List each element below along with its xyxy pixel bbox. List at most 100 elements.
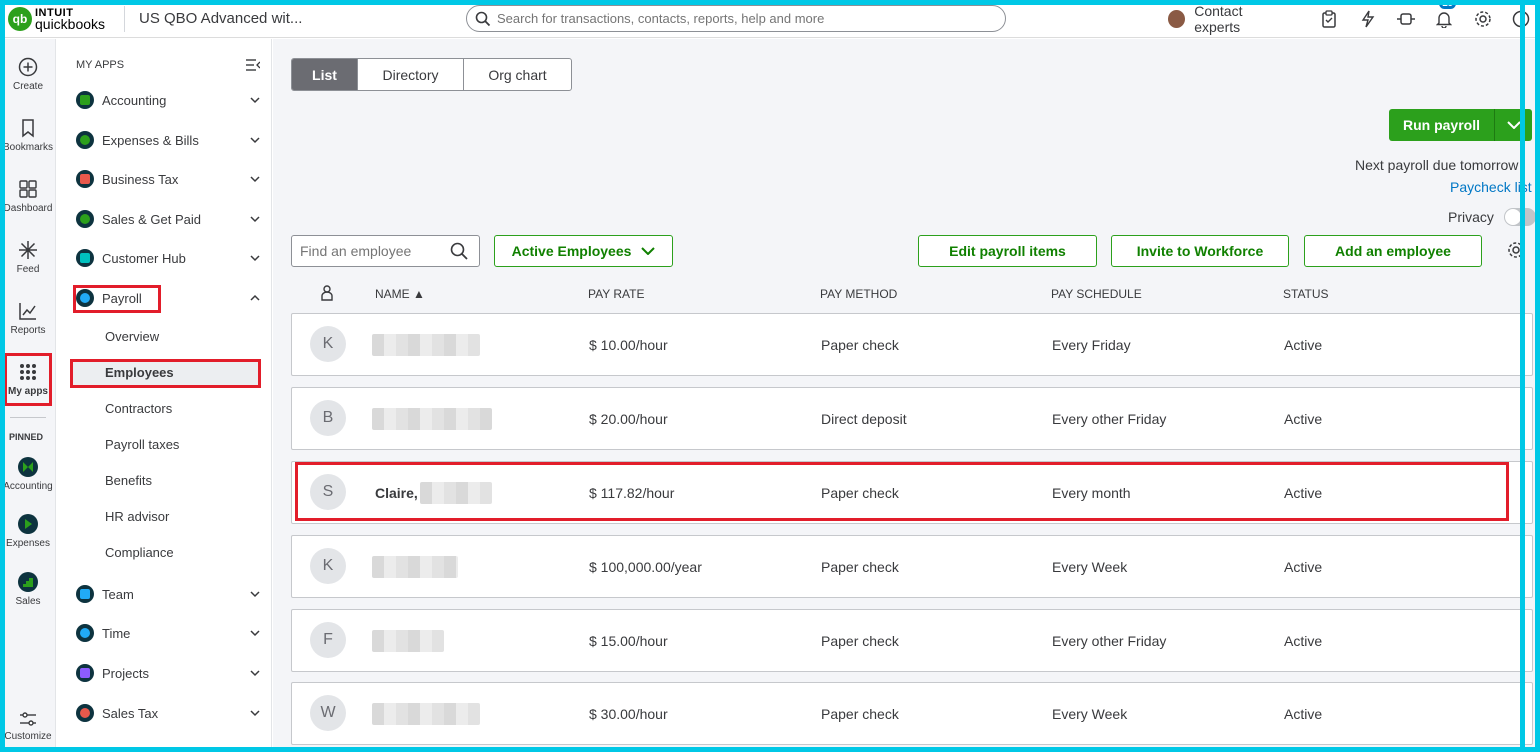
app-nav-accounting[interactable]: Accounting xyxy=(76,88,260,112)
employee-row[interactable]: W $ 30.00/hour Paper check Every Week Active xyxy=(291,682,1533,745)
app-nav-expenses-bills[interactable]: Expenses & Bills xyxy=(76,128,260,152)
pinned-sales[interactable]: Sales xyxy=(0,572,56,607)
sliders-icon xyxy=(20,712,36,726)
chevron-down-icon[interactable] xyxy=(250,589,260,599)
contact-experts-link[interactable]: Contact experts xyxy=(1194,3,1288,35)
payroll-sub-benefits[interactable]: Benefits xyxy=(105,473,152,488)
rail-item-reports[interactable]: Reports xyxy=(0,301,56,336)
rail-label: Customize xyxy=(4,731,52,742)
chevron-up-icon[interactable] xyxy=(250,293,260,303)
rail-item-dashboard[interactable]: Dashboard xyxy=(0,179,56,214)
redacted-name xyxy=(372,408,492,430)
app-nav-business-tax[interactable]: Business Tax xyxy=(76,167,260,191)
edit-payroll-items-button[interactable]: Edit payroll items xyxy=(918,235,1097,267)
payroll-sub-contractors[interactable]: Contractors xyxy=(105,401,172,416)
chevron-down-icon[interactable] xyxy=(250,668,260,678)
add-employee-button[interactable]: Add an employee xyxy=(1304,235,1482,267)
chevron-down-icon[interactable] xyxy=(250,708,260,718)
column-pay-rate[interactable]: PAY RATE xyxy=(588,287,644,301)
employee-avatar: K xyxy=(310,548,346,584)
rail-item-bookmarks[interactable]: Bookmarks xyxy=(0,118,56,153)
payroll-sub-payroll-taxes[interactable]: Payroll taxes xyxy=(105,437,179,452)
search-input[interactable] xyxy=(497,11,997,26)
lightning-icon[interactable] xyxy=(1348,10,1386,28)
view-tabs: List Directory Org chart xyxy=(291,58,572,91)
chevron-down-icon[interactable] xyxy=(250,95,260,105)
pinned-heading: PINNED xyxy=(9,432,44,442)
employee-row[interactable]: S Claire, $ 117.82/hour Paper check Every mo… xyxy=(291,461,1533,524)
rail-label: Dashboard xyxy=(3,203,53,214)
app-nav-team[interactable]: Team xyxy=(76,582,260,606)
search-icon xyxy=(475,11,491,26)
employee-row[interactable]: B $ 20.00/hour Direct deposit Every other F… xyxy=(291,387,1533,450)
notifications-bell-icon[interactable]: 19 xyxy=(1425,0,1463,28)
tab-directory[interactable]: Directory xyxy=(358,59,464,90)
tab-org-chart[interactable]: Org chart xyxy=(464,59,571,90)
notification-badge: 19 xyxy=(1439,0,1457,9)
employee-avatar: S xyxy=(310,474,346,510)
tab-list[interactable]: List xyxy=(292,59,358,90)
expenses-bills-app-icon xyxy=(76,131,94,149)
find-employee-input[interactable] xyxy=(300,243,450,259)
chevron-down-icon[interactable] xyxy=(250,174,260,184)
divider xyxy=(124,5,125,32)
company-name[interactable]: US QBO Advanced wit... xyxy=(139,10,465,27)
pinned-expenses[interactable]: Expenses xyxy=(0,514,56,549)
top-bar: qb INTUIT quickbooks US QBO Advanced wit… xyxy=(0,0,1540,38)
app-nav-label: Payroll xyxy=(102,290,142,306)
rail-divider xyxy=(10,417,46,418)
global-search[interactable] xyxy=(466,5,1006,32)
collapse-panel-icon[interactable] xyxy=(246,59,260,71)
pay-method: Paper check xyxy=(821,559,899,575)
rail-label: Feed xyxy=(16,264,40,275)
quickbooks-logo[interactable]: qb INTUIT quickbooks xyxy=(8,0,120,38)
app-nav-projects[interactable]: Projects xyxy=(76,661,260,685)
rail-item-my-apps[interactable]: My apps xyxy=(0,362,56,397)
clipboard-icon[interactable] xyxy=(1310,10,1348,28)
employee-row[interactable]: K $ 10.00/hour Paper check Every Friday Acti… xyxy=(291,313,1533,376)
logo-quickbooks-text: quickbooks xyxy=(35,15,106,32)
employee-row[interactable]: F $ 15.00/hour Paper check Every other Frid… xyxy=(291,609,1533,672)
pay-method: Direct deposit xyxy=(821,411,907,427)
column-pay-schedule[interactable]: PAY SCHEDULE xyxy=(1051,287,1142,301)
run-payroll-button[interactable]: Run payroll xyxy=(1389,109,1495,141)
app-nav-label: Time xyxy=(102,625,131,641)
pay-rate: $ 15.00/hour xyxy=(589,633,668,649)
chevron-down-icon[interactable] xyxy=(250,628,260,638)
employee-row[interactable]: K $ 100,000.00/year Paper check Every Week A… xyxy=(291,535,1533,598)
app-nav-time[interactable]: Time xyxy=(76,621,260,645)
app-nav-payroll[interactable]: Payroll xyxy=(76,286,260,310)
business-tax-app-icon xyxy=(76,170,94,188)
invite-to-workforce-button[interactable]: Invite to Workforce xyxy=(1111,235,1289,267)
settings-gear-icon[interactable] xyxy=(1463,10,1501,28)
apps-connect-icon[interactable] xyxy=(1387,11,1425,27)
payroll-sub-compliance[interactable]: Compliance xyxy=(105,545,174,560)
run-payroll-dropdown[interactable] xyxy=(1495,109,1532,141)
payroll-sub-employees[interactable]: Employees xyxy=(105,365,174,380)
column-status[interactable]: STATUS xyxy=(1283,287,1329,301)
column-pay-method[interactable]: PAY METHOD xyxy=(820,287,897,301)
payroll-sub-hr-advisor[interactable]: HR advisor xyxy=(105,509,169,524)
redacted-name xyxy=(420,482,492,504)
chevron-down-icon[interactable] xyxy=(250,253,260,263)
pay-rate: $ 100,000.00/year xyxy=(589,559,702,575)
rail-label: Create xyxy=(12,81,43,92)
app-nav-sales-get-paid[interactable]: Sales & Get Paid xyxy=(76,207,260,231)
employee-status-filter[interactable]: Active Employees xyxy=(494,235,673,267)
find-employee-field[interactable] xyxy=(291,235,480,267)
app-nav-sales-tax[interactable]: Sales Tax xyxy=(76,701,260,725)
column-name[interactable]: NAME ▲ xyxy=(375,287,425,301)
rail-item-feed[interactable]: Feed xyxy=(0,240,56,275)
chevron-down-icon[interactable] xyxy=(250,135,260,145)
app-nav-label: Sales Tax xyxy=(102,705,159,721)
payroll-sub-overview[interactable]: Overview xyxy=(105,329,159,344)
rail-item-customize[interactable]: Customize xyxy=(0,711,56,742)
employee-name[interactable]: Claire, xyxy=(375,485,418,501)
sales-get-paid-app-icon xyxy=(76,210,94,228)
pinned-accounting[interactable]: Accounting xyxy=(0,457,56,492)
chevron-down-icon[interactable] xyxy=(250,214,260,224)
pay-rate: $ 20.00/hour xyxy=(589,411,668,427)
redacted-name xyxy=(372,556,458,578)
rail-item-create[interactable]: Create xyxy=(0,57,56,92)
app-nav-customer-hub[interactable]: Customer Hub xyxy=(76,246,260,270)
